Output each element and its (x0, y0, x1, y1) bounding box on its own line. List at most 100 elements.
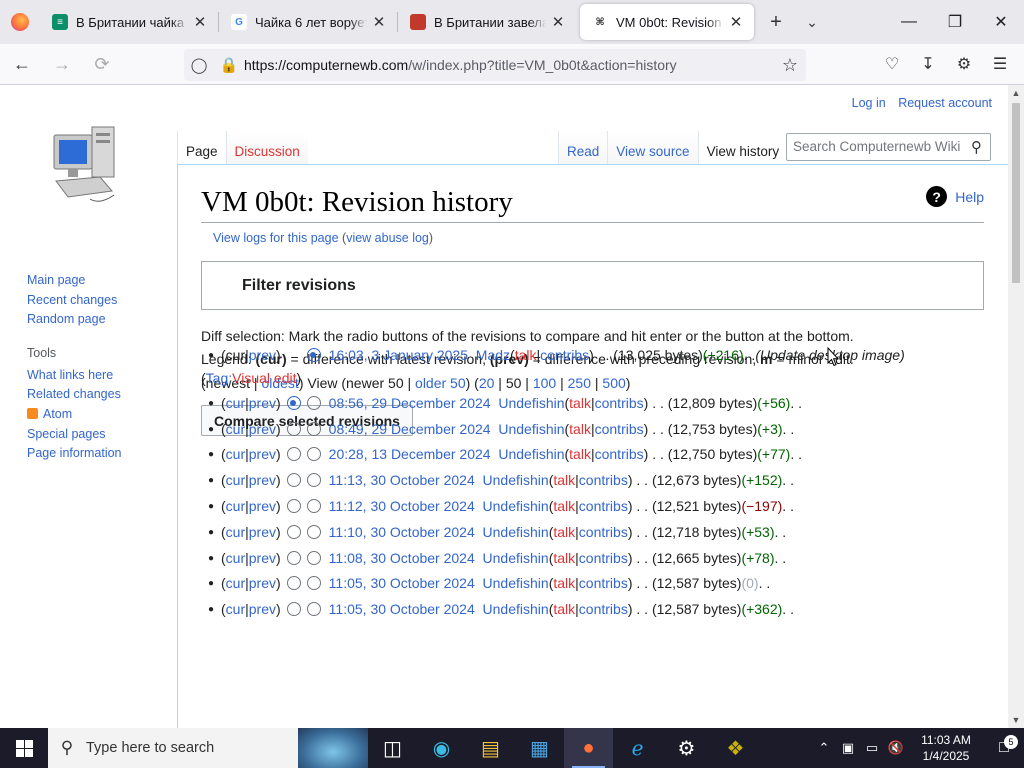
app-menu-icon[interactable]: ☰ (982, 48, 1018, 80)
diff-new-radio[interactable] (306, 447, 321, 461)
page-size-20[interactable]: 20 (479, 375, 495, 391)
user-talk-link[interactable]: talk (553, 498, 575, 514)
tab-read[interactable]: Read (558, 131, 608, 164)
list-all-tabs-button[interactable]: ⌄ (794, 4, 830, 40)
tab-close-icon[interactable]: ✕ (371, 13, 387, 31)
prev-link[interactable]: prev (249, 550, 276, 566)
clock[interactable]: 11:03 AM 1/4/2025 (908, 732, 984, 764)
notifications-icon[interactable]: □ 5 (984, 735, 1024, 757)
user-talk-link[interactable]: talk (553, 524, 575, 540)
diff-old-radio[interactable] (286, 447, 301, 461)
browser-tab[interactable]: G Чайка 6 лет ворует чи✕ (219, 4, 397, 40)
tools-link[interactable]: What links here (27, 366, 122, 386)
user-contribs-link[interactable]: contribs (595, 446, 644, 462)
revision-date-link[interactable]: 08:56, 29 December 2024 (329, 395, 491, 411)
volume-muted-icon[interactable]: 🔇 (884, 740, 908, 756)
help-link[interactable]: ? Help (926, 186, 984, 207)
file-explorer-icon[interactable]: ▤ (466, 728, 515, 768)
browser-tab[interactable]: ⌘ VM 0b0t: Revision histo✕ (580, 4, 754, 40)
diff-old-radio[interactable] (286, 551, 301, 565)
user-contribs-link[interactable]: contribs (579, 601, 628, 617)
page-size-500[interactable]: 500 (602, 375, 625, 391)
diff-new-radio[interactable] (306, 576, 321, 590)
user-link[interactable]: Undefishin (498, 421, 564, 437)
diff-old-radio[interactable] (286, 602, 301, 616)
network-icon[interactable]: ▣ (836, 740, 860, 756)
help-label[interactable]: Help (955, 189, 984, 205)
diff-old-radio[interactable] (286, 525, 301, 539)
older-link[interactable]: older 50 (415, 375, 466, 391)
tracking-protection-icon[interactable]: ◯ (184, 56, 214, 74)
scroll-thumb[interactable] (1012, 103, 1020, 283)
revision-date-link[interactable]: 11:10, 30 October 2024 (329, 524, 475, 540)
revision-date-link[interactable]: 11:05, 30 October 2024 (329, 601, 475, 617)
user-contribs-link[interactable]: contribs (540, 347, 589, 363)
diff-old-radio[interactable] (286, 499, 301, 513)
windows-start-button[interactable] (0, 728, 48, 768)
scroll-down-icon[interactable]: ▼ (1008, 712, 1024, 728)
view-logs-link[interactable]: View logs for this page (213, 231, 339, 245)
tab-discussion[interactable]: Discussion (225, 131, 308, 164)
revision-date-link[interactable]: 11:05, 30 October 2024 (329, 575, 475, 591)
request-account-link[interactable]: Request account (898, 96, 992, 110)
prev-link[interactable]: prev (249, 421, 276, 437)
diff-new-radio[interactable] (306, 473, 321, 487)
browser-tab[interactable]: ≡ В Британии чайка шес✕ (40, 4, 218, 40)
user-link[interactable]: Undefishin (483, 524, 549, 540)
cur-link[interactable]: cur (226, 446, 245, 462)
taskbar-search-box[interactable]: ⚲ Type here to search (48, 728, 368, 768)
atom-feed-link[interactable]: Atom (27, 405, 122, 425)
cur-link[interactable]: cur (226, 575, 245, 591)
user-link[interactable]: Undefishin (498, 446, 564, 462)
task-view-icon[interactable]: ◫ (368, 728, 417, 768)
user-contribs-link[interactable]: contribs (579, 498, 628, 514)
cur-link[interactable]: cur (226, 601, 245, 617)
user-contribs-link[interactable]: contribs (595, 421, 644, 437)
diff-new-radio[interactable] (306, 525, 321, 539)
browser-tab[interactable]: В Британии завелась ч✕ (398, 4, 576, 40)
maximize-button[interactable]: ❐ (932, 0, 978, 44)
show-hidden-icons-icon[interactable]: ⌃ (812, 740, 836, 756)
cur-link[interactable]: cur (226, 395, 245, 411)
diff-old-radio[interactable] (286, 473, 301, 487)
page-scrollbar[interactable]: ▲ ▼ (1008, 85, 1024, 728)
tools-link[interactable]: Related changes (27, 385, 122, 405)
tab-view-source[interactable]: View source (607, 131, 698, 164)
user-talk-link[interactable]: talk (569, 421, 591, 437)
prev-link[interactable]: prev (249, 472, 276, 488)
wiki-logo[interactable] (50, 121, 126, 207)
display-icon[interactable]: ▭ (860, 740, 884, 756)
user-link[interactable]: Undefishin (483, 575, 549, 591)
cur-link[interactable]: cur (226, 472, 245, 488)
store-icon[interactable]: ▦ (515, 728, 564, 768)
abuse-log-link[interactable]: view abuse log (346, 231, 429, 245)
user-talk-link[interactable]: talk (553, 601, 575, 617)
url-bar[interactable]: ◯ 🔒 https://computernewb.com/w/index.php… (184, 49, 806, 81)
diff-old-radio[interactable] (286, 576, 301, 590)
user-talk-link[interactable]: talk (569, 395, 591, 411)
user-contribs-link[interactable]: contribs (579, 575, 628, 591)
revision-date-link[interactable]: 20:28, 13 December 2024 (329, 446, 491, 462)
diff-new-radio[interactable] (306, 422, 321, 436)
user-talk-link[interactable]: talk (515, 347, 537, 363)
revision-date-link[interactable]: 11:12, 30 October 2024 (329, 498, 475, 514)
back-button[interactable]: ← (4, 48, 40, 80)
user-link[interactable]: Undefishin (498, 395, 564, 411)
prev-link[interactable]: prev (249, 601, 276, 617)
page-size-250[interactable]: 250 (568, 375, 591, 391)
user-contribs-link[interactable]: contribs (595, 395, 644, 411)
forward-button[interactable]: → (44, 48, 80, 80)
diff-new-radio[interactable] (306, 551, 321, 565)
diff-new-radio[interactable] (306, 348, 321, 362)
tools-link[interactable]: Special pages (27, 425, 122, 445)
sidebar-link[interactable]: Main page (27, 271, 122, 291)
sidebar-link[interactable]: Recent changes (27, 291, 122, 311)
user-link[interactable]: Undefishin (483, 550, 549, 566)
tab-close-icon[interactable]: ✕ (550, 13, 566, 31)
user-contribs-link[interactable]: contribs (579, 524, 628, 540)
new-tab-button[interactable]: + (758, 4, 794, 40)
extensions-icon[interactable]: ⚙ (946, 48, 982, 80)
cur-link[interactable]: cur (226, 498, 245, 514)
edge-icon[interactable]: ◉ (417, 728, 466, 768)
internet-explorer-icon[interactable]: ℯ (613, 728, 662, 768)
